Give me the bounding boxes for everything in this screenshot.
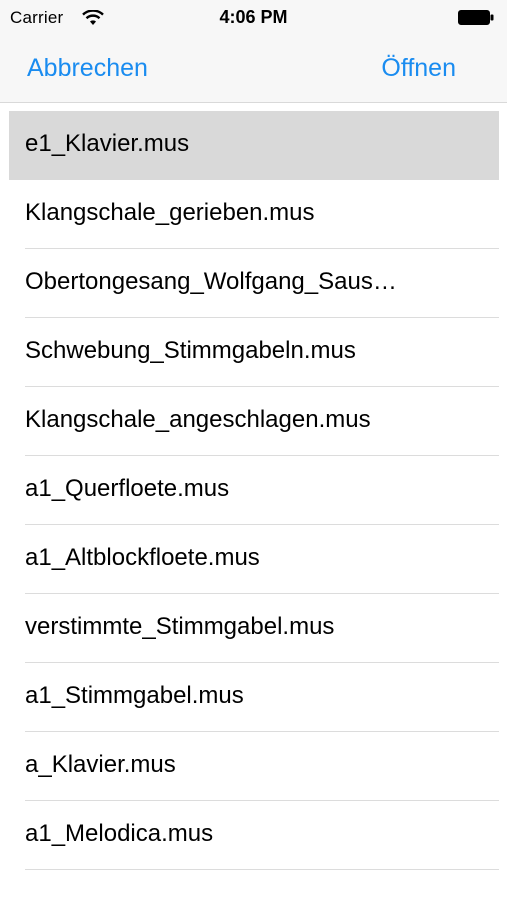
file-name: e1_Klavier.mus — [25, 130, 190, 157]
file-name: a1_Melodica.mus — [25, 820, 214, 847]
list-item[interactable]: Klangschale_angeschlagen.mus — [9, 387, 499, 456]
file-list: e1_Klavier.mus Klangschale_gerieben.mus … — [9, 111, 499, 870]
file-name: a1_Querfloete.mus — [25, 475, 230, 502]
file-name: Klangschale_angeschlagen.mus — [25, 406, 371, 433]
file-name: Klangschale_gerieben.mus — [25, 199, 315, 226]
status-bar: Carrier 4:06 PM — [0, 0, 507, 36]
file-name: a1_Stimmgabel.mus — [25, 682, 244, 709]
list-item[interactable]: verstimmte_Stimmgabel.mus — [9, 594, 499, 663]
list-item[interactable]: a1_Altblockfloete.mus — [9, 525, 499, 594]
clock-time: 4:06 PM — [219, 7, 288, 27]
list-item[interactable]: a1_Stimmgabel.mus — [9, 663, 499, 732]
open-button[interactable]: Öffnen — [381, 54, 456, 83]
cancel-button[interactable]: Abbrechen — [27, 54, 148, 83]
list-item[interactable]: Obertongesang_Wolfgang_Saus… — [9, 249, 499, 318]
list-item[interactable]: e1_Klavier.mus — [9, 111, 499, 180]
list-item[interactable]: a_Klavier.mus — [9, 732, 499, 801]
file-name: Schwebung_Stimmgabeln.mus — [25, 337, 356, 364]
row-separator — [25, 869, 499, 870]
battery-icon — [458, 10, 494, 25]
file-name: verstimmte_Stimmgabel.mus — [25, 613, 335, 640]
list-item[interactable]: Schwebung_Stimmgabeln.mus — [9, 318, 499, 387]
list-item[interactable]: a1_Melodica.mus — [9, 801, 499, 870]
list-item[interactable]: Klangschale_gerieben.mus — [9, 180, 499, 249]
file-name: a1_Altblockfloete.mus — [25, 544, 260, 571]
navigation-bar: Abbrechen Öffnen — [0, 36, 507, 103]
file-name: a_Klavier.mus — [25, 751, 176, 778]
file-name: Obertongesang_Wolfgang_Saus… — [25, 268, 397, 295]
list-item[interactable]: a1_Querfloete.mus — [9, 456, 499, 525]
